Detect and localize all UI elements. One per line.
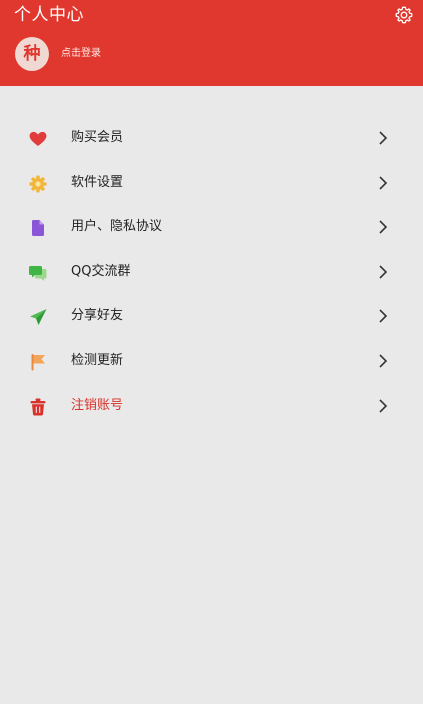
header-bar: 个人中心 种 点击登录 bbox=[0, 0, 423, 86]
menu-item-privacy-agreement[interactable]: 用户、隐私协议 bbox=[0, 205, 423, 250]
menu-list: 购买会员 软件设置 用户、隐私协议 QQ交流群 分享好友 检测更新 注销账号 bbox=[0, 116, 423, 428]
menu-item-label: 分享好友 bbox=[71, 308, 124, 324]
menu-item-share-friends[interactable]: 分享好友 bbox=[0, 294, 423, 339]
gear-icon bbox=[395, 6, 413, 24]
menu-item-buy-membership[interactable]: 购买会员 bbox=[0, 116, 423, 161]
menu-item-label: 用户、隐私协议 bbox=[71, 219, 163, 235]
menu-item-check-update[interactable]: 检测更新 bbox=[0, 339, 423, 384]
menu-item-software-settings[interactable]: 软件设置 bbox=[0, 161, 423, 206]
menu-item-label: QQ交流群 bbox=[71, 263, 131, 279]
menu-item-label: 注销账号 bbox=[71, 397, 124, 413]
flag-icon bbox=[28, 352, 48, 372]
paper-plane-icon bbox=[28, 307, 48, 327]
login-link[interactable]: 点击登录 bbox=[61, 47, 101, 61]
chevron-right-icon bbox=[379, 176, 388, 190]
chevron-right-icon bbox=[379, 220, 388, 234]
menu-item-label: 检测更新 bbox=[71, 352, 124, 368]
chevron-right-icon bbox=[379, 265, 388, 279]
menu-item-label: 软件设置 bbox=[71, 174, 124, 190]
avatar[interactable]: 种 bbox=[15, 37, 49, 71]
chevron-right-icon bbox=[379, 398, 388, 413]
chevron-right-icon bbox=[379, 354, 388, 368]
chevron-right-icon bbox=[379, 131, 388, 145]
menu-item-label: 购买会员 bbox=[71, 130, 124, 145]
menu-item-qq-group[interactable]: QQ交流群 bbox=[0, 250, 423, 295]
page-title: 个人中心 bbox=[14, 5, 84, 25]
heart-icon bbox=[28, 129, 48, 149]
trash-icon bbox=[28, 397, 48, 417]
document-icon bbox=[28, 218, 48, 238]
chevron-right-icon bbox=[379, 309, 388, 323]
menu-item-delete-account[interactable]: 注销账号 bbox=[0, 384, 423, 429]
settings-button[interactable] bbox=[394, 5, 414, 25]
cog-icon bbox=[28, 174, 48, 194]
chat-icon bbox=[28, 263, 48, 283]
